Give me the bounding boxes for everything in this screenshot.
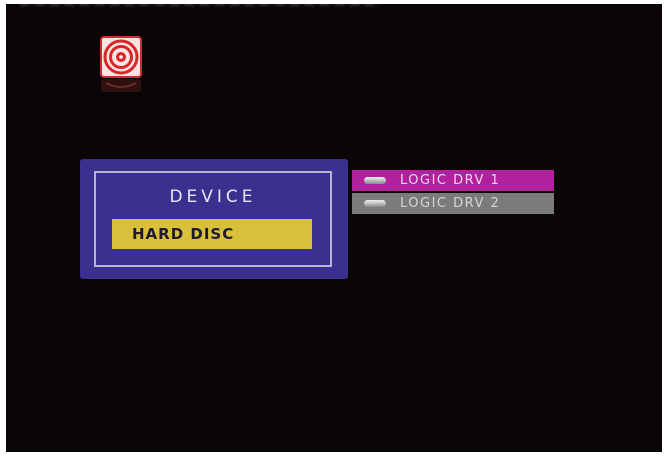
tv-screen: DEVICE HARD DISC LOGIC DRV 1 LOGIC DRV 2 [6, 4, 662, 452]
device-panel: DEVICE HARD DISC [80, 159, 348, 279]
disc-logo-icon [100, 36, 144, 94]
drive-item-label: LOGIC DRV 2 [400, 196, 501, 211]
drive-pill-icon [364, 177, 386, 184]
drive-item-label: LOGIC DRV 1 [400, 173, 501, 188]
device-panel-frame: DEVICE HARD DISC [94, 171, 332, 267]
drive-pill-icon [364, 200, 386, 207]
device-selector[interactable]: HARD DISC [112, 219, 312, 249]
top-blurred-banner [20, 4, 380, 6]
drive-item-logic-drv-1[interactable]: LOGIC DRV 1 [352, 170, 554, 191]
device-title: DEVICE [169, 187, 257, 207]
logical-drive-list: LOGIC DRV 1 LOGIC DRV 2 [352, 170, 554, 216]
drive-item-logic-drv-2[interactable]: LOGIC DRV 2 [352, 193, 554, 214]
